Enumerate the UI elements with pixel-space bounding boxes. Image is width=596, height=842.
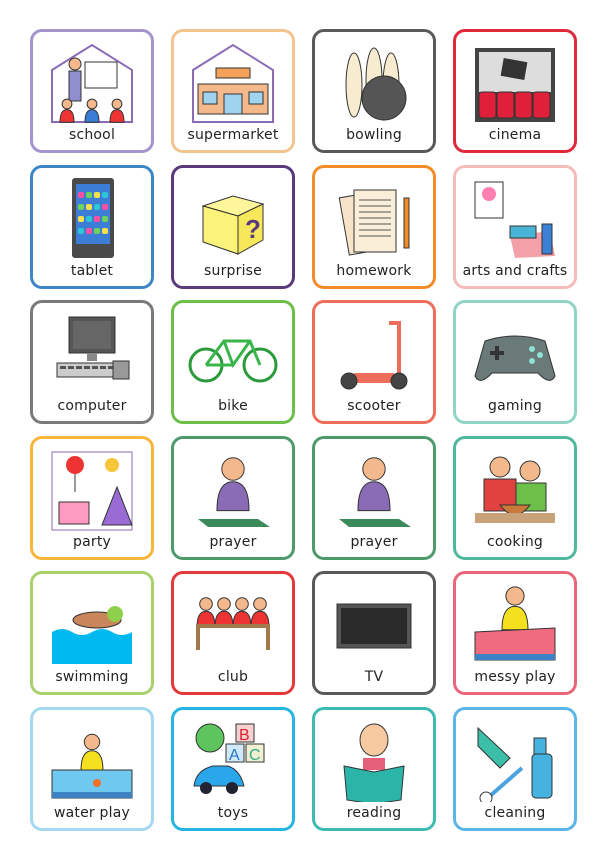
svg-text:A: A — [229, 747, 240, 764]
picture-card-club: club — [171, 571, 295, 695]
picture-card-prayer: prayer — [171, 435, 295, 560]
bowling-icon — [329, 40, 419, 124]
card-label: cinema — [488, 127, 542, 143]
card-label: computer — [57, 398, 127, 414]
card-label: party — [73, 533, 111, 550]
card-label: surprise — [204, 262, 262, 279]
swimming-icon — [47, 582, 137, 666]
card-label: messy play — [474, 669, 556, 685]
picture-card-toys: B A Ctoys — [171, 706, 295, 831]
card-label: scooter — [347, 398, 401, 414]
prayer-icon — [188, 447, 278, 531]
card-label: homework — [336, 262, 412, 279]
messy-play-icon — [470, 582, 560, 666]
party-icon — [47, 447, 137, 531]
picture-card-prayer: prayer — [312, 435, 436, 560]
card-label: reading — [346, 804, 402, 821]
card-label: cooking — [487, 533, 543, 550]
picture-card-cleaning: cleaning — [453, 706, 577, 831]
prayer-icon — [329, 447, 419, 531]
picture-card-tv: TV — [312, 571, 436, 695]
card-label: supermarket — [187, 127, 279, 143]
card-label: toys — [217, 804, 249, 821]
picture-card-bike: bike — [171, 300, 295, 424]
arts-and-crafts-icon — [470, 176, 560, 260]
supermarket-icon — [188, 40, 278, 124]
card-label: cleaning — [484, 804, 546, 821]
cinema-icon — [470, 40, 560, 124]
svg-text:B: B — [239, 727, 250, 744]
computer-icon — [47, 311, 137, 395]
picture-card-cooking: cooking — [453, 435, 577, 560]
tablet-icon — [47, 176, 137, 260]
picture-card-swimming: swimming — [30, 571, 154, 695]
picture-card-grid: school supermarket bowling cinema tablet? sur… — [30, 29, 577, 831]
picture-card-water-play: water play — [30, 706, 154, 831]
card-label: arts and crafts — [462, 262, 568, 279]
scooter-icon — [329, 311, 419, 395]
card-label: bike — [218, 398, 248, 414]
picture-card-game-controller: gaming — [453, 300, 577, 424]
picture-card-computer: computer — [30, 300, 154, 424]
svg-text:?: ? — [245, 214, 261, 244]
card-label: prayer — [209, 533, 257, 550]
reading-icon — [329, 718, 419, 802]
school-icon — [47, 40, 137, 124]
card-label: swimming — [55, 669, 129, 685]
card-label: bowling — [346, 127, 402, 143]
card-label: school — [68, 127, 116, 143]
picture-card-cinema: cinema — [453, 29, 577, 153]
tv-icon — [329, 582, 419, 666]
picture-card-arts-and-crafts: arts and crafts — [453, 164, 577, 289]
toys-icon: BAC — [188, 718, 278, 802]
game-controller-icon — [470, 311, 560, 395]
picture-card-reading: reading — [312, 706, 436, 831]
picture-card-bowling: bowling — [312, 29, 436, 153]
card-label: TV — [364, 669, 384, 685]
picture-card-scooter: scooter — [312, 300, 436, 424]
picture-card-surprise-box: ? surprise — [171, 164, 295, 289]
picture-card-school: school — [30, 29, 154, 153]
card-label: prayer — [350, 533, 398, 550]
bike-icon — [188, 311, 278, 395]
picture-card-party: party — [30, 435, 154, 560]
cleaning-icon — [470, 718, 560, 802]
picture-card-homework: homework — [312, 164, 436, 289]
cooking-icon — [470, 447, 560, 531]
card-label: water play — [54, 804, 130, 821]
svg-text:C: C — [249, 747, 261, 764]
picture-card-tablet: tablet — [30, 164, 154, 289]
card-label: tablet — [70, 262, 114, 279]
card-label: club — [217, 669, 249, 685]
picture-card-supermarket: supermarket — [171, 29, 295, 153]
picture-card-messy-play: messy play — [453, 571, 577, 695]
card-label: gaming — [488, 398, 542, 414]
water-play-icon — [47, 718, 137, 802]
club-icon — [188, 582, 278, 666]
surprise-box-icon: ? — [188, 176, 278, 260]
homework-icon — [329, 176, 419, 260]
